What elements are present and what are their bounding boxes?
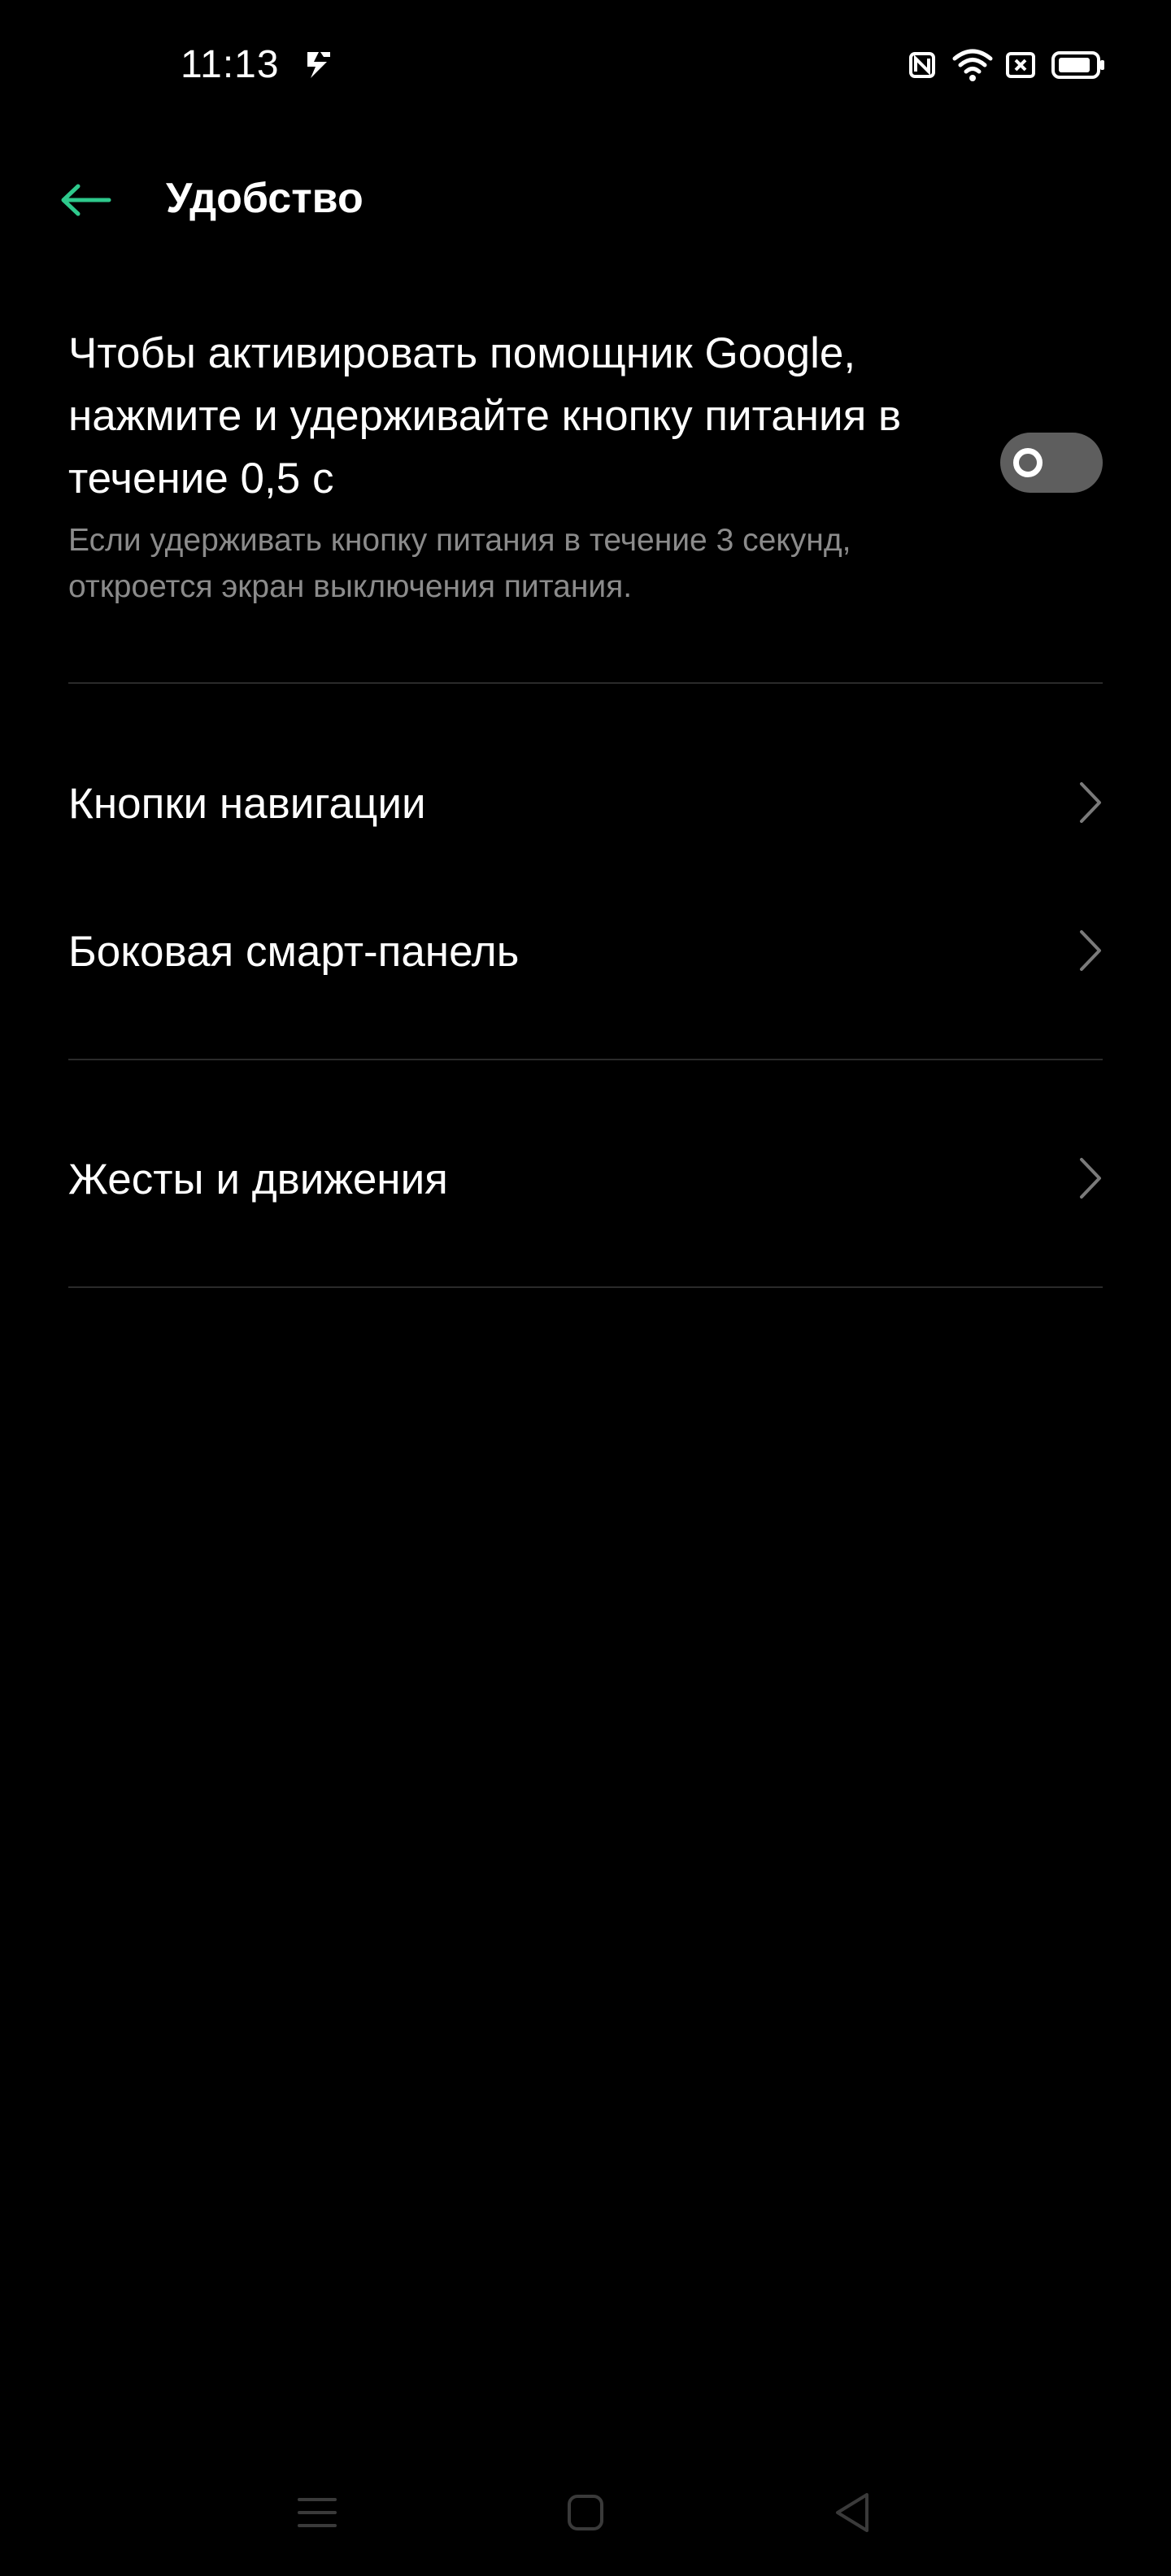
chevron-right-icon xyxy=(1080,1158,1101,1199)
battery-icon xyxy=(1051,46,1106,85)
divider xyxy=(68,1286,1103,1288)
google-assistant-toggle[interactable] xyxy=(1000,433,1103,493)
menu-item-navigation-buttons[interactable]: Кнопки навигации xyxy=(68,746,1103,852)
menu-item-label: Кнопки навигации xyxy=(68,780,426,828)
setting-title: Чтобы активировать помощник Google, нажм… xyxy=(68,329,902,503)
menu-item-label: Боковая смарт-панель xyxy=(68,928,520,976)
back-nav-button[interactable] xyxy=(826,2487,878,2539)
google-assistant-setting[interactable]: Чтобы активировать помощник Google, нажм… xyxy=(68,322,1103,631)
divider xyxy=(68,682,1103,684)
menu-icon xyxy=(298,2498,337,2527)
menu-item-gestures-motions[interactable]: Жесты и движения xyxy=(68,1122,1103,1228)
status-time: 11:13 xyxy=(181,43,280,86)
menu-button[interactable] xyxy=(291,2487,343,2539)
chevron-right-icon xyxy=(1080,782,1101,823)
home-icon xyxy=(568,2495,603,2530)
status-bar: 11:13 xyxy=(0,0,1171,130)
page-title: Удобство xyxy=(166,175,363,222)
menu-item-smart-sidebar[interactable]: Боковая смарт-панель xyxy=(68,894,1103,1000)
back-button[interactable] xyxy=(52,166,120,234)
menu-item-label: Жесты и движения xyxy=(68,1155,448,1203)
setting-summary: Если удерживать кнопку питания в течение… xyxy=(68,523,851,604)
system-navigation-bar xyxy=(0,2472,1171,2553)
app-notification-icon xyxy=(303,46,335,85)
divider xyxy=(68,1059,1103,1060)
sim-card-icon xyxy=(1005,46,1036,85)
app-bar: Удобство xyxy=(0,154,1171,244)
toggle-knob xyxy=(1013,448,1043,477)
home-button[interactable] xyxy=(559,2487,612,2539)
wifi-icon xyxy=(951,46,994,85)
nfc-icon xyxy=(908,46,937,85)
arrow-left-icon xyxy=(61,184,111,216)
chevron-right-icon xyxy=(1080,930,1101,971)
back-triangle-icon xyxy=(836,2493,868,2532)
